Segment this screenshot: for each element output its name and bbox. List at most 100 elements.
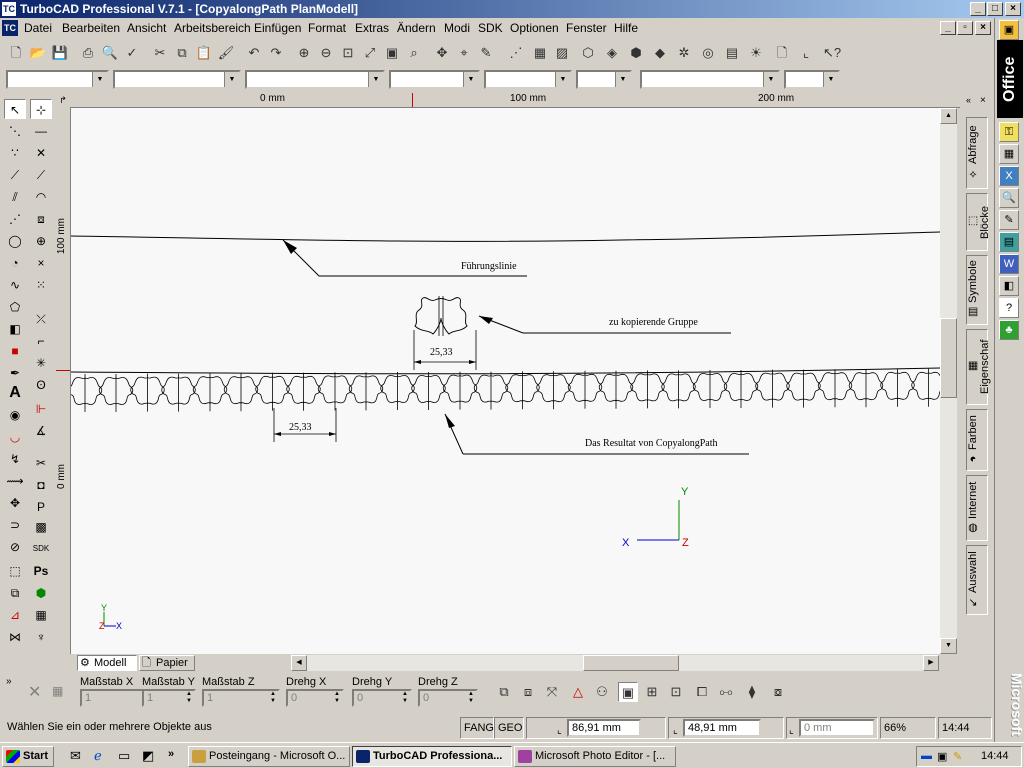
3d-view-icon[interactable]: ⬡ [578,43,598,63]
sdk-tool-icon[interactable]: SDK [30,539,52,559]
dot-grid-icon[interactable]: ⁙ [30,275,52,295]
quicklaunch-desktop-icon[interactable]: ▭ [118,748,130,764]
cross-tool-icon[interactable]: ✕ [30,143,52,163]
circle-tool-icon[interactable]: ◯ [4,231,26,251]
coord-x-field[interactable]: 86,91 mm [567,719,641,737]
office-calendar-icon[interactable]: ▤ [999,232,1019,252]
tray-clock[interactable]: 14:44 [981,750,1009,762]
move-tool-icon[interactable]: ✥ [4,493,26,513]
modify-icon-5[interactable]: ⚇ [592,682,612,702]
modify-icon-3[interactable]: ⤧ [542,682,562,702]
point-tool-icon[interactable]: ⋱ [4,121,26,141]
snap-corner-icon[interactable]: ⌞ [796,43,816,63]
polygon-tool-icon[interactable]: ⬠ [4,297,26,317]
office-tree-icon[interactable]: ♣ [999,320,1019,340]
gear-shape-icon[interactable]: ⬢ [30,583,52,603]
diagonal-line-icon[interactable]: ⟋ [30,165,52,185]
shade-icon[interactable]: ◆ [650,43,670,63]
office-logo[interactable]: Office [997,40,1023,118]
group-select-icon[interactable]: ⬚ [4,561,26,581]
tab-modell[interactable]: ⚙ Modell [77,655,137,671]
doc-minimize-button[interactable]: _ [940,21,956,35]
spiral-tool-icon[interactable]: ↯ [4,449,26,469]
coord-z-field[interactable]: 0 mm [799,719,875,737]
zoom-previous-icon[interactable]: ⌕ [404,43,424,63]
menu-hilfe[interactable]: Hilfe [614,18,638,38]
start-button[interactable]: Start [2,746,54,767]
modify-icon-8[interactable]: ⊡ [666,682,686,702]
office-search-icon[interactable]: 🔍 [999,188,1019,208]
doc-restore-button[interactable]: ▫ [957,21,973,35]
select-arrow-icon[interactable]: ↖ [4,99,26,119]
grid-icon[interactable]: ⋰ [506,43,526,63]
light-icon[interactable]: ☀ [746,43,766,63]
double-line-icon[interactable]: ⫽ [4,187,26,207]
box-3d-icon[interactable]: ⧈ [30,209,52,229]
tab-bloecke[interactable]: ⬚ Blöcke [966,193,991,251]
lasso-tool-icon[interactable]: ʘ [30,375,52,395]
colored-shape-icon[interactable]: ■ [4,341,26,361]
fill-dropdown[interactable] [640,70,780,89]
modify-icon-6[interactable]: ▣ [618,682,638,702]
print-icon[interactable]: ⎙ [78,43,98,63]
modify-icon-2[interactable]: ⧈ [518,682,538,702]
blocks-icon[interactable]: ▤ [722,43,742,63]
hatch-icon[interactable]: ▨ [552,43,572,63]
quicklaunch-more-icon[interactable]: » [168,748,174,760]
modify-icon-10[interactable]: ⧟ [716,682,736,702]
copy-array-icon[interactable]: ⧉ [4,583,26,603]
open-folder-icon[interactable]: 📂 [28,43,48,63]
cancel-x-icon[interactable]: ✕ [28,682,41,702]
scissors-tool-icon[interactable]: ✂ [30,453,52,473]
cut-icon[interactable]: ✂ [150,43,170,63]
menu-optionen[interactable]: Optionen [510,18,559,38]
quicklaunch-channel-icon[interactable]: ◩ [142,748,154,764]
arc-red-icon[interactable]: ◡ [4,427,26,447]
menu-sdk[interactable]: SDK [478,18,503,38]
vertical-scrollbar[interactable]: ▲ ▼ [940,108,957,654]
menu-bearbeiten[interactable]: Bearbeiten [62,18,120,38]
hscroll-thumb[interactable] [583,655,679,671]
panel-collapse-icon[interactable]: « [966,95,971,105]
office-notes-icon[interactable]: ✎ [999,210,1019,230]
pencil-icon[interactable]: ✎ [476,43,496,63]
inspector-expand-icon[interactable]: » [6,676,12,687]
render-icon[interactable]: ◈ [602,43,622,63]
copy-icon[interactable]: ⧉ [172,43,192,63]
text-tool-icon[interactable]: A [4,383,26,403]
rect-dashed-icon[interactable]: ⋰ [4,209,26,229]
curve-tool-icon[interactable]: ∿ [4,275,26,295]
new-file-icon[interactable]: 🗋 [6,43,26,63]
modify-icon-4[interactable]: △ [568,682,588,702]
print-preview-icon[interactable]: 🔍 [100,43,120,63]
p-tool-icon[interactable]: P [30,497,52,517]
pen-tool-icon[interactable]: ✒ [4,363,26,383]
arc-tool-icon[interactable]: ◠ [30,187,52,207]
scroll-down-button[interactable]: ▼ [940,638,957,654]
dimension-tool-icon[interactable]: ⊩ [30,399,52,419]
target-icon[interactable]: ⊕ [30,231,52,251]
rot-y-field[interactable]: 0 ▲ ▼ [352,689,412,707]
doc-close-button[interactable]: × [975,21,991,35]
trim-tool-icon[interactable]: ⤫ [30,309,52,329]
multi-point-icon[interactable]: ∵ [4,143,26,163]
modify-icon-7[interactable]: ⊞ [642,682,662,702]
scroll-up-button[interactable]: ▲ [940,108,957,124]
save-icon[interactable]: 💾 [50,43,70,63]
zigzag-tool-icon[interactable]: ⟿ [4,471,26,491]
fill-tool-icon[interactable]: ⊘ [4,537,26,557]
menu-modi[interactable]: Modi [444,18,470,38]
office-access-icon[interactable]: ◧ [999,276,1019,296]
office-menu-icon[interactable]: ▣ [999,20,1019,40]
orbit-icon[interactable]: ✲ [674,43,694,63]
polyline-tool-icon[interactable]: ⟋ [4,165,26,185]
fillet-tool-icon[interactable]: ⌐ [30,331,52,351]
ruler-origin-icon[interactable]: ↱ [56,93,70,107]
task-photo-editor[interactable]: Microsoft Photo Editor - [... [514,746,676,767]
panel-close-icon[interactable]: × [980,95,986,106]
modify-icon-1[interactable]: ⧉ [494,682,514,702]
status-fang[interactable]: FANG [460,717,494,739]
status-geo[interactable]: GEO [494,717,524,739]
word-icon[interactable]: W [999,254,1019,274]
zoom-out-icon[interactable]: ⊖ [316,43,336,63]
